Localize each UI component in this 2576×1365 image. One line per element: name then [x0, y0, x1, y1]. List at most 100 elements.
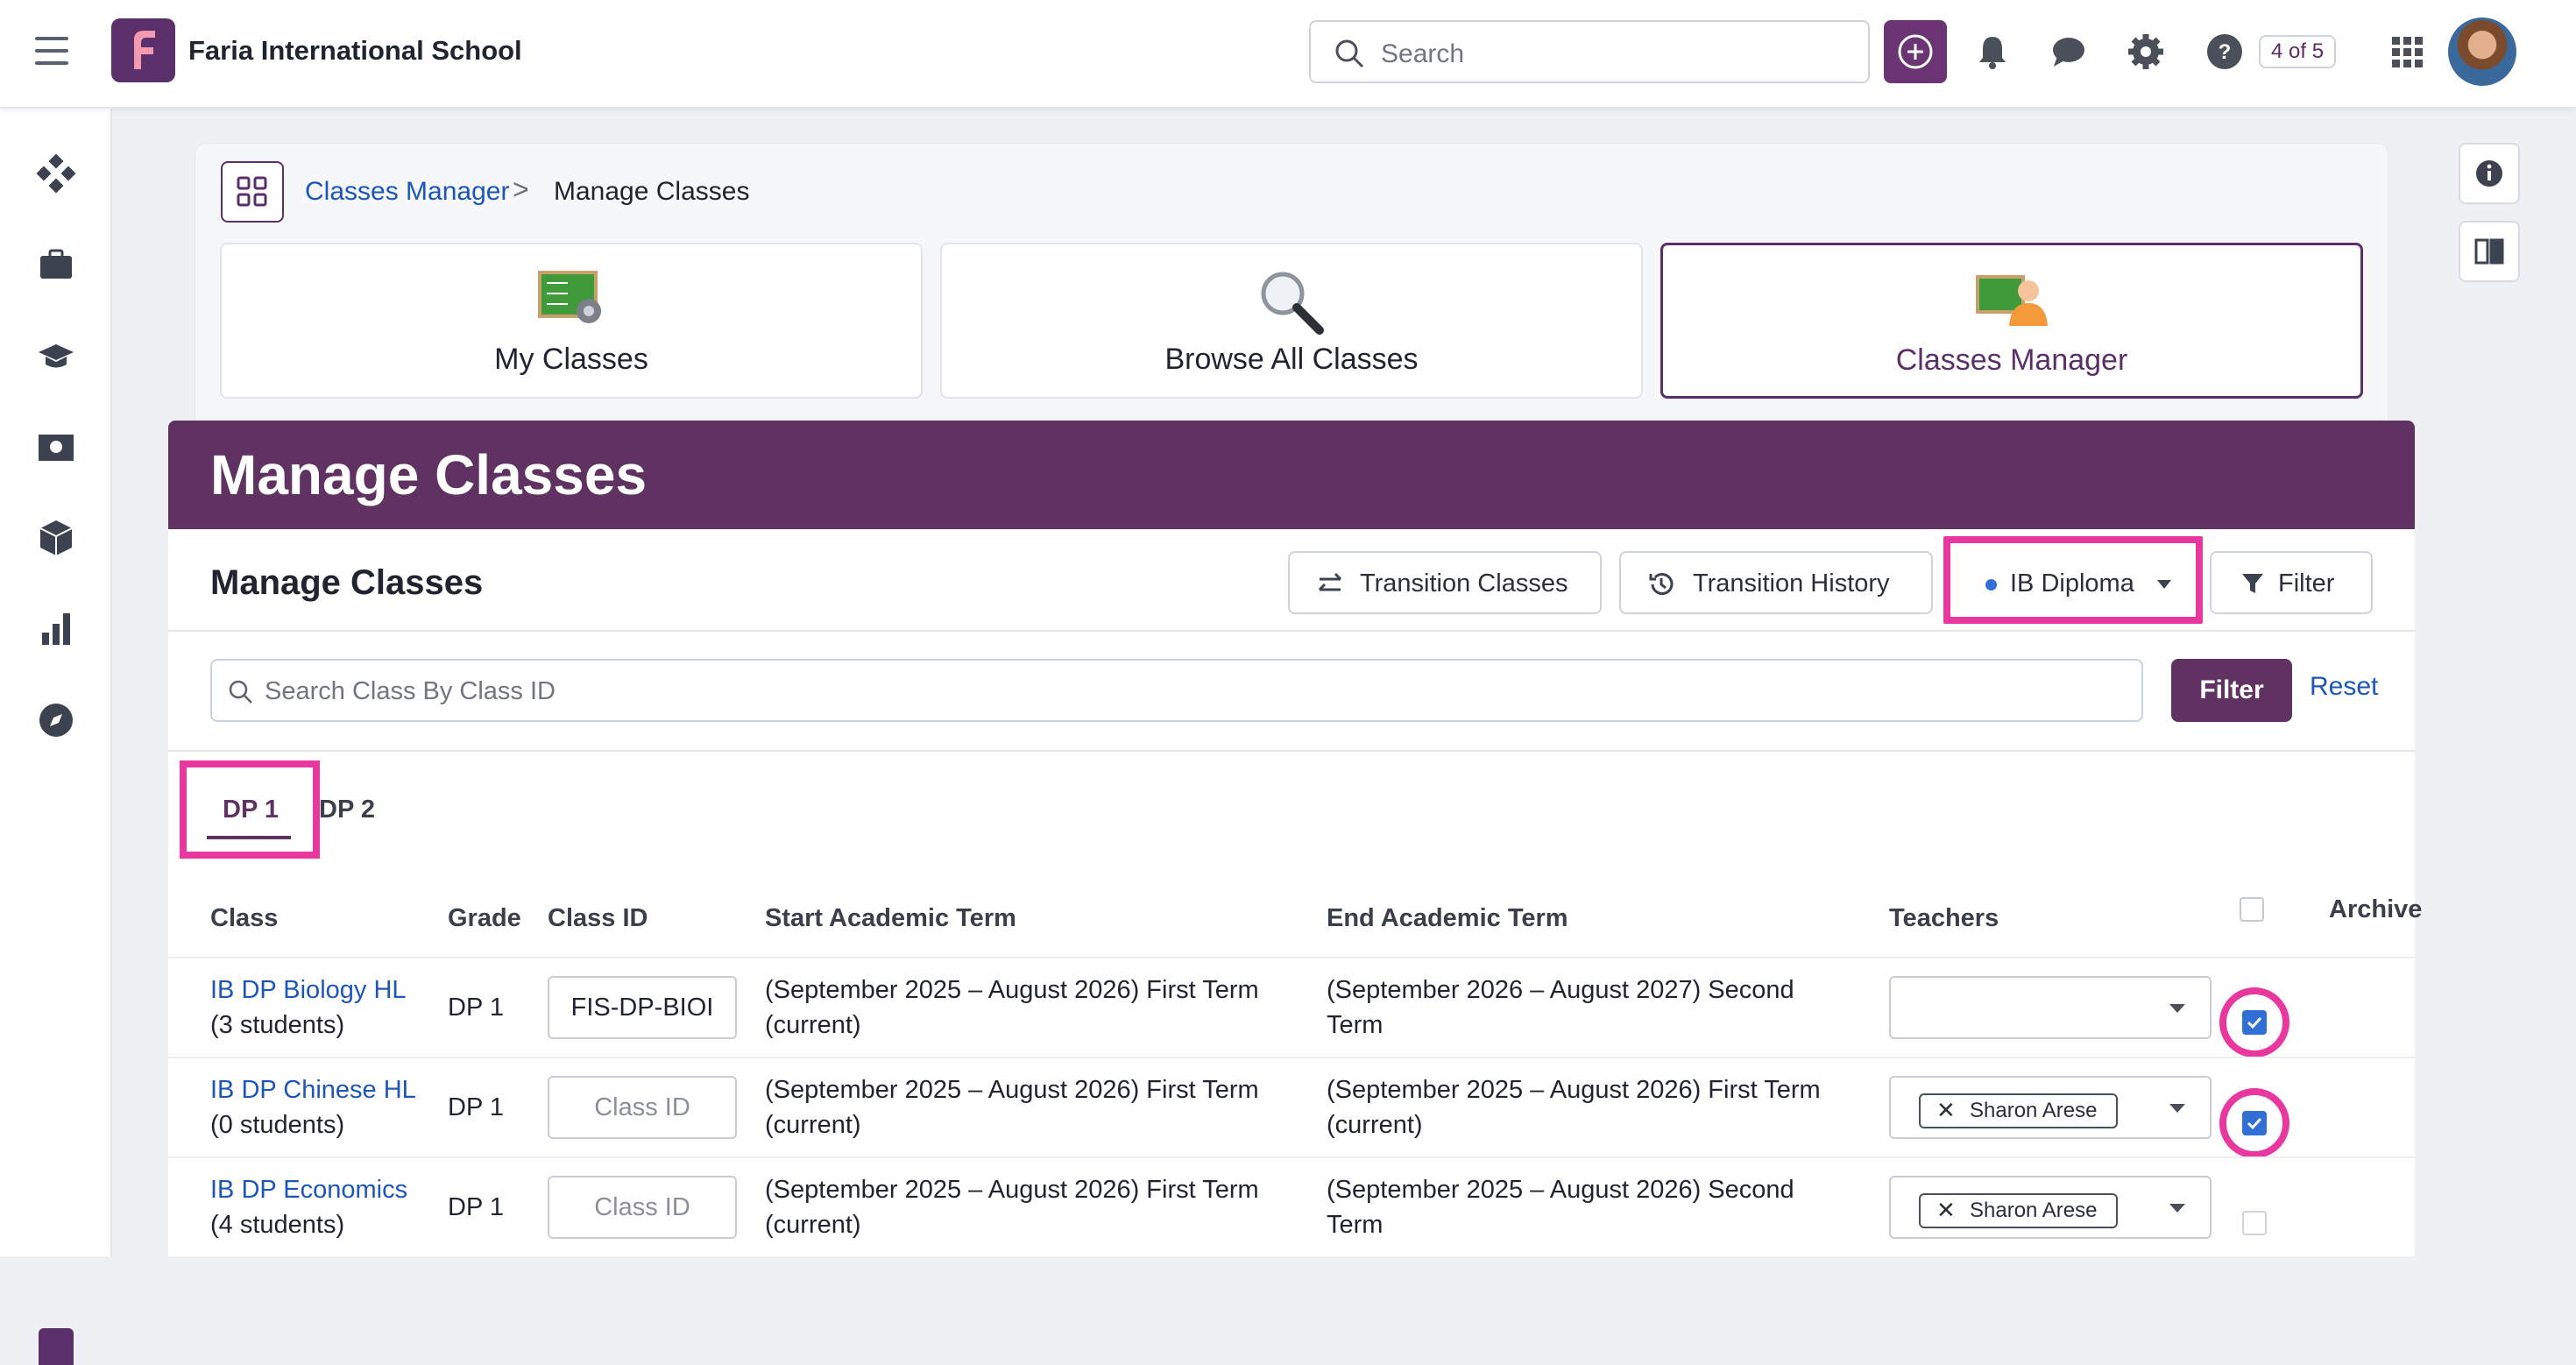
grade-cell: DP 1: [448, 1193, 504, 1221]
grade-cell: DP 1: [448, 1093, 504, 1121]
row-divider: [168, 1057, 2415, 1058]
program-select-highlight: [1943, 536, 2203, 624]
school-name: Faria International School: [188, 35, 522, 66]
end-term-cell: (September 2025 – August 2026) First Ter…: [1327, 1072, 1821, 1142]
transition-classes-label: Transition Classes: [1360, 569, 1568, 598]
table-row-class: IB DP Chinese HL (0 students): [210, 1072, 416, 1142]
bell-icon[interactable]: [1971, 30, 2014, 74]
archive-checkbox[interactable]: [2242, 1010, 2267, 1035]
breadcrumb-separator: >: [513, 173, 529, 205]
tile-my-classes[interactable]: My Classes: [220, 243, 923, 399]
chat-icon[interactable]: [2047, 30, 2091, 74]
chevron-down-icon: [2169, 1004, 2185, 1013]
breadcrumb-classes-manager[interactable]: Classes Manager: [305, 177, 509, 207]
dashboard-icon[interactable]: [35, 152, 77, 194]
teachers-select[interactable]: [1889, 976, 2212, 1039]
end-term-line2: Term: [1327, 1011, 1384, 1039]
column-header-archive: Archive: [2329, 895, 2423, 923]
tab-dp2[interactable]: DP 2: [319, 796, 375, 824]
archive-all-checkbox[interactable]: [2240, 897, 2264, 922]
briefcase-icon[interactable]: [35, 244, 77, 286]
tile-browse-all-classes[interactable]: Browse All Classes: [940, 243, 1643, 399]
start-term-line2: (current): [765, 1111, 861, 1139]
tile-classes-manager[interactable]: Classes Manager: [1660, 243, 2363, 399]
end-term-line2: Term: [1327, 1211, 1384, 1239]
teachers-select[interactable]: ✕ Sharon Arese: [1889, 1176, 2212, 1239]
teacher-name: Sharon Arese: [1970, 1099, 2098, 1122]
graduation-cap-icon[interactable]: [35, 336, 77, 378]
cube-icon[interactable]: [35, 517, 77, 559]
end-term-line1: (September 2025 – August 2026) First Ter…: [1327, 1076, 1821, 1104]
faria-logo-small[interactable]: [39, 1328, 74, 1365]
column-header-end-term[interactable]: End Academic Term: [1327, 904, 1568, 933]
app-switcher-button[interactable]: [221, 161, 284, 223]
teachers-select[interactable]: ✕ Sharon Arese: [1889, 1076, 2212, 1139]
start-term-cell: (September 2025 – August 2026) First Ter…: [765, 972, 1259, 1043]
transition-classes-button[interactable]: Transition Classes: [1288, 551, 1602, 614]
class-id-input[interactable]: Class ID: [548, 1176, 737, 1239]
tile-label: My Classes: [494, 343, 648, 376]
filter-toggle-label: Filter: [2278, 569, 2335, 598]
tile-label: Classes Manager: [1895, 343, 2128, 377]
close-icon[interactable]: ✕: [1936, 1194, 1956, 1226]
chevron-down-icon: [2169, 1104, 2185, 1113]
faria-logo[interactable]: [111, 18, 175, 82]
start-term-line2: (current): [765, 1011, 861, 1039]
global-search-input[interactable]: Search: [1309, 20, 1870, 83]
grid-icon: [237, 176, 267, 207]
search-placeholder: Search: [1381, 39, 1465, 68]
transition-history-label: Transition History: [1693, 569, 1890, 598]
apply-filter-button[interactable]: Filter: [2171, 659, 2292, 722]
column-header-grade[interactable]: Grade: [448, 904, 521, 933]
breadcrumb-current: Manage Classes: [554, 177, 750, 206]
class-id-input[interactable]: FIS-DP-BIOI: [548, 976, 737, 1039]
map-book-icon[interactable]: [35, 426, 77, 468]
column-header-teachers[interactable]: Teachers: [1889, 904, 1999, 933]
start-term-line1: (September 2025 – August 2026) First Ter…: [765, 1176, 1259, 1204]
column-header-class[interactable]: Class: [210, 904, 278, 933]
start-term-cell: (September 2025 – August 2026) First Ter…: [765, 1172, 1259, 1242]
funnel-icon: [2242, 574, 2263, 593]
end-term-cell: (September 2026 – August 2027) Second Te…: [1327, 972, 1794, 1043]
gear-icon[interactable]: [2124, 30, 2168, 74]
close-icon[interactable]: ✕: [1936, 1094, 1956, 1126]
student-count: (4 students): [210, 1211, 345, 1239]
tab-highlight: [180, 760, 320, 859]
user-avatar[interactable]: [2448, 18, 2516, 86]
help-icon[interactable]: ?: [2203, 30, 2247, 74]
column-header-class-id[interactable]: Class ID: [548, 904, 648, 933]
top-bar: Faria International School Search ? 4 of…: [0, 0, 2576, 109]
apps-grid-icon[interactable]: [2385, 30, 2429, 74]
add-button[interactable]: [1884, 20, 1947, 83]
menu-icon[interactable]: [35, 37, 68, 65]
bar-chart-icon[interactable]: [35, 608, 77, 650]
page-count-badge[interactable]: 4 of 5: [2259, 35, 2337, 68]
filter-toggle-button[interactable]: Filter: [2210, 551, 2373, 614]
tile-label: Browse All Classes: [1164, 343, 1419, 376]
teacher-name: Sharon Arese: [1970, 1199, 2098, 1222]
reset-link[interactable]: Reset: [2310, 672, 2378, 702]
table-row-class: IB DP Economics (4 students): [210, 1172, 407, 1242]
teacher-chip[interactable]: ✕ Sharon Arese: [1919, 1193, 2119, 1228]
compass-icon[interactable]: [35, 699, 77, 741]
panel-title: Manage Classes: [210, 563, 484, 602]
transition-history-button[interactable]: Transition History: [1619, 551, 1933, 614]
class-link[interactable]: IB DP Economics: [210, 1172, 407, 1207]
teacher-board-icon: [1976, 275, 2048, 326]
archive-checkbox[interactable]: [2242, 1111, 2267, 1135]
start-term-line1: (September 2025 – August 2026) First Ter…: [765, 976, 1259, 1004]
class-search-placeholder: Search Class By Class ID: [265, 677, 556, 705]
column-header-start-term[interactable]: Start Academic Term: [765, 904, 1016, 933]
class-id-input[interactable]: Class ID: [548, 1076, 737, 1139]
info-button[interactable]: [2459, 143, 2520, 204]
search-icon: [1335, 39, 1364, 68]
class-id-search-input[interactable]: Search Class By Class ID: [210, 659, 2143, 722]
teacher-chip[interactable]: ✕ Sharon Arese: [1919, 1093, 2119, 1128]
archive-checkbox[interactable]: [2242, 1211, 2267, 1235]
class-link[interactable]: IB DP Chinese HL: [210, 1072, 416, 1107]
table-row-class: IB DP Biology HL (3 students): [210, 972, 407, 1043]
divider: [168, 750, 2415, 752]
class-link[interactable]: IB DP Biology HL: [210, 972, 407, 1008]
history-icon: [1649, 573, 1674, 596]
book-button[interactable]: [2459, 221, 2520, 282]
